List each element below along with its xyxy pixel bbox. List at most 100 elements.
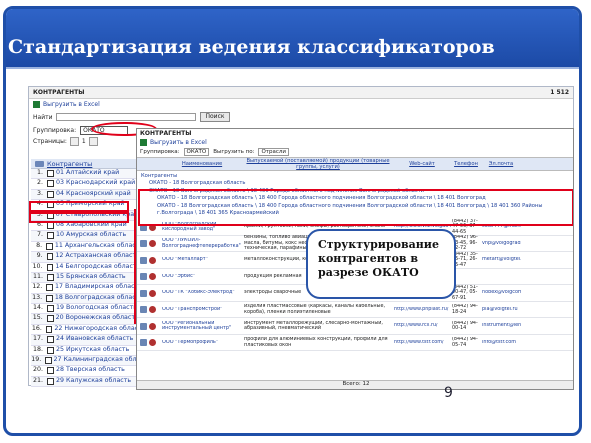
okato-list-item[interactable]: 11. 15 Брянская область (31, 272, 137, 284)
row-label: 20 Воронежская область (55, 314, 137, 322)
grouping-toolbar: Группировка: ОКАТО Выгрузить по: Отрасли (137, 147, 573, 157)
okato-list-item[interactable]: 7. 10 Амурская область (31, 231, 137, 242)
contractor-email[interactable]: pla@volgtel.ru (481, 307, 521, 313)
row-checkbox[interactable] (47, 367, 54, 375)
tree-node[interactable]: Контрагенты (141, 173, 569, 180)
okato-list-item[interactable]: 2. 03 Краснодарский край (31, 179, 137, 190)
okato-list-item[interactable]: 1. 01 Алтайский край (31, 169, 137, 180)
row-checkbox[interactable] (46, 284, 54, 292)
contractor-email[interactable]: hobex@volgcom.ru (481, 290, 521, 296)
tree-root[interactable]: Контрагенты (31, 159, 137, 169)
okato-list-item[interactable]: 16. 22 Нижегородская область (31, 325, 137, 336)
okato-list-item[interactable]: 8. 11 Архангельская область (31, 242, 137, 253)
row-label: 01 Алтайский край (56, 169, 120, 176)
card-icon[interactable] (140, 273, 147, 281)
contractor-name[interactable]: ООО "Металларт" (161, 257, 243, 263)
page-prev-button[interactable] (69, 137, 79, 146)
export-excel-link-2[interactable]: Выгрузить в Excel (137, 138, 573, 147)
contractor-name[interactable]: ООО "ЛУКОЙЛ-Волгограднефтепереработка" (161, 238, 243, 249)
contractor-name[interactable]: ООО "Эрбис" (161, 274, 243, 280)
regroup-select[interactable]: Отрасли (258, 148, 289, 156)
card-icon[interactable] (140, 322, 147, 330)
okato-list-item[interactable]: 15. 20 Воронежская область (31, 314, 137, 325)
edit-icon[interactable] (149, 339, 156, 347)
okato-list-item[interactable]: 13. 18 Волгоградская область (31, 293, 137, 305)
card-icon[interactable] (140, 339, 147, 347)
contractor-name[interactable]: ООО "Транспромстрой" (161, 307, 243, 313)
okato-list-item[interactable]: 10. 14 Белгородская область (31, 263, 137, 273)
table-row[interactable]: ООО "Региональный инструментальный центр… (137, 318, 573, 335)
contractor-website[interactable]: http://www.tstr.com/ (393, 340, 451, 346)
card-icon[interactable] (140, 256, 147, 264)
card-icon[interactable] (140, 306, 147, 314)
group-select-2[interactable]: ОКАТО (183, 148, 210, 156)
contractor-name[interactable]: ООО "Термопрофиль" (161, 340, 243, 346)
okato-list-item[interactable]: 21. 29 Калужская область (31, 376, 137, 388)
row-checkbox[interactable] (47, 377, 54, 385)
col-name[interactable]: Наименование (161, 161, 243, 167)
okato-list-item[interactable]: 12. 17 Владимирская область (31, 283, 137, 294)
card-icon[interactable] (140, 240, 147, 248)
export-excel-link[interactable]: Выгрузить в Excel (29, 99, 573, 110)
edit-icon[interactable] (149, 306, 156, 314)
contractor-name[interactable]: ООО "ТК "Хобикс-Электрод" (161, 290, 243, 296)
row-checkbox[interactable] (47, 221, 54, 229)
page-next-button[interactable] (88, 137, 98, 146)
col-products[interactable]: Выпускаемой (поставляемой) продукции (то… (243, 158, 393, 170)
pages-value: 1 (81, 138, 86, 145)
edit-icon[interactable] (149, 240, 156, 248)
page-number: 9 (444, 385, 453, 401)
contractor-website[interactable]: http://www.pnplast.ru/ (393, 307, 451, 313)
row-checkbox[interactable] (47, 273, 54, 281)
row-checkbox[interactable] (46, 242, 53, 250)
row-checkbox[interactable] (47, 305, 54, 313)
edit-icon[interactable] (149, 256, 156, 264)
row-checkbox[interactable] (45, 325, 53, 333)
okato-list-item[interactable]: 18. 25 Иркутская область (31, 346, 137, 357)
row-checkbox[interactable] (47, 232, 54, 240)
search-input[interactable] (56, 113, 197, 121)
okato-list-item[interactable]: 20. 28 Тверская область (31, 366, 137, 377)
row-number: 19. (31, 356, 42, 364)
row-checkbox[interactable] (47, 346, 54, 354)
window2-header: КОНТРАГЕНТЫ (140, 130, 192, 137)
col-email[interactable]: Эл.почта (481, 161, 521, 167)
okato-list-item[interactable]: 3. 04 Красноярский край (31, 189, 137, 201)
okato-list-item[interactable]: 14. 19 Вологодская область (31, 304, 137, 315)
table-row[interactable]: ООО "Термопрофиль" профили для алюминиевы… (137, 335, 573, 352)
contractor-email[interactable]: info@tstr.com (481, 340, 521, 346)
row-icons (137, 273, 161, 281)
card-icon[interactable] (140, 289, 147, 297)
edit-icon[interactable] (149, 273, 156, 281)
row-checkbox[interactable] (47, 336, 54, 344)
okato-list-item[interactable]: 19. 27 Калининградская область (31, 356, 137, 367)
okato-list-item[interactable]: 17. 24 Ивановская область (31, 335, 137, 346)
contractor-email[interactable]: metart@volgtel.ru (481, 257, 521, 263)
row-checkbox[interactable] (46, 315, 54, 323)
okato-list-item[interactable]: 9. 12 Астраханская область (31, 252, 137, 263)
contractor-name[interactable]: ООО "Региональный инструментальный центр… (161, 321, 243, 332)
edit-icon[interactable] (149, 322, 156, 330)
col-website[interactable]: Web-сайт (393, 161, 451, 167)
row-checkbox[interactable] (47, 180, 54, 188)
edit-icon[interactable] (149, 289, 156, 297)
search-button[interactable]: Поиск (200, 112, 230, 122)
contractor-email[interactable]: vnp@volgograd.lukoil (481, 241, 521, 247)
row-checkbox[interactable] (46, 253, 54, 261)
row-checkbox[interactable] (46, 294, 53, 302)
row-label: 27 Калининградская область (53, 356, 137, 364)
regroup-label: Выгрузить по: (213, 149, 255, 155)
row-checkbox[interactable] (46, 263, 54, 271)
contractor-website[interactable]: http://www.rcii.ru/ (393, 323, 451, 329)
row-checkbox[interactable] (47, 190, 54, 198)
row-checkbox[interactable] (45, 357, 52, 365)
contractor-email[interactable]: instrument@lenvc.ru (481, 323, 521, 329)
slide-frame: Стандартизация ведения классификаторов К… (3, 6, 582, 436)
table-row[interactable]: ООО "Транспромстрой" изделия пластмассовы… (137, 302, 573, 319)
row-icons (137, 289, 161, 297)
excel-icon (140, 139, 147, 146)
tree-node[interactable]: ОКАТО - 18 Волгоградская область (141, 180, 569, 187)
col-phone[interactable]: Телефон (451, 161, 481, 167)
row-number: 1. (36, 169, 43, 176)
row-checkbox[interactable] (47, 170, 54, 177)
